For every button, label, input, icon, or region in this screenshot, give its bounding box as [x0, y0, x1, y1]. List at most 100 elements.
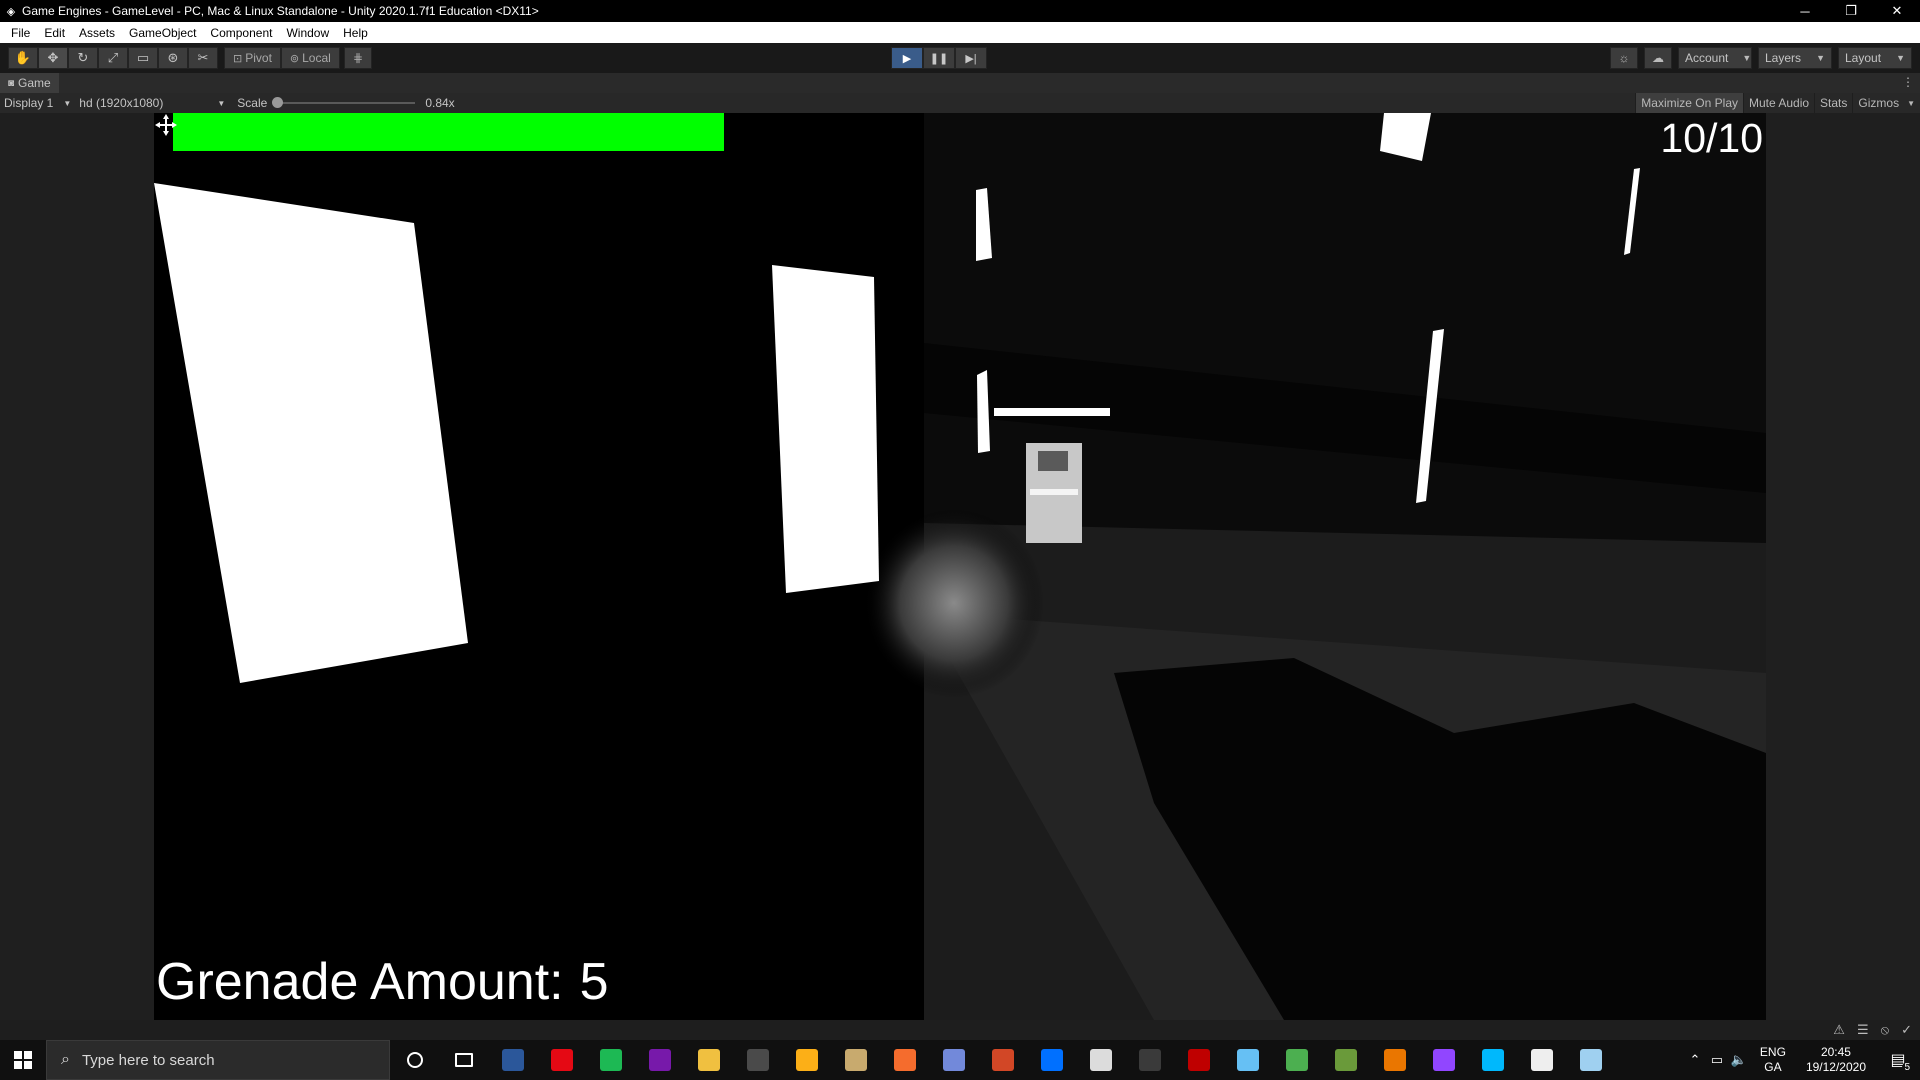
chevron-down-icon: ▼ — [217, 98, 226, 108]
grid-snap-button[interactable]: ⋕ — [343, 47, 372, 69]
rect-tool-icon[interactable]: ▭ — [128, 47, 158, 69]
status-warning-icon[interactable]: ⚠ — [1833, 1022, 1845, 1038]
local-toggle[interactable]: ⊚ Local — [280, 47, 340, 69]
main-toolbar: ✋ ✥ ↻ ⤢ ▭ ⊛ ✂ ⊡ Pivot ⊚ Local ⋕ ▶ ❚❚ ▶| ☼ … — [0, 43, 1920, 73]
restore-button[interactable]: ❐ — [1828, 3, 1874, 19]
menu-gameobject[interactable]: GameObject — [122, 26, 203, 40]
netflix-icon[interactable] — [537, 1040, 586, 1080]
netflix-icon-glyph — [550, 1049, 573, 1071]
display-label: Display 1 — [4, 96, 54, 110]
menu-file[interactable]: File — [4, 26, 37, 40]
torrent-icon[interactable] — [1076, 1040, 1125, 1080]
hand-tool-icon[interactable]: ✋ — [8, 47, 38, 69]
volume-icon[interactable]: 🔈 — [1728, 1052, 1750, 1068]
clock-time: 20:45 — [1820, 1045, 1851, 1059]
grenade-count: 5 — [579, 953, 609, 1011]
game-scene — [154, 113, 1766, 1020]
enemy-health-bar — [994, 408, 1110, 416]
origin-icon[interactable] — [880, 1040, 929, 1080]
close-button[interactable]: ✕ — [1874, 3, 1920, 19]
chrome-icon-glyph — [1285, 1049, 1308, 1071]
cortana-icon[interactable] — [390, 1040, 439, 1080]
hawk-icon-glyph — [746, 1049, 769, 1071]
league-icon[interactable] — [831, 1040, 880, 1080]
menu-edit[interactable]: Edit — [37, 26, 72, 40]
clock[interactable]: 20:45 19/12/2020 — [1806, 1045, 1866, 1075]
minimize-button[interactable]: ─ — [1782, 4, 1828, 19]
rockstar-icon[interactable] — [782, 1040, 831, 1080]
spotify-icon[interactable] — [586, 1040, 635, 1080]
scale-slider[interactable] — [272, 97, 416, 108]
menu-assets[interactable]: Assets — [72, 26, 122, 40]
task-view-icon[interactable] — [439, 1040, 488, 1080]
keyboard-label: GA — [1764, 1060, 1782, 1074]
language-indicator[interactable]: ENG GA — [1760, 1045, 1786, 1075]
stats-toggle[interactable]: Stats — [1814, 93, 1852, 113]
chrome-icon[interactable] — [1272, 1040, 1321, 1080]
onenote-icon[interactable] — [635, 1040, 684, 1080]
play-button[interactable]: ▶ — [891, 47, 923, 69]
collab-icon[interactable]: ☼ — [1610, 47, 1638, 69]
scale-tool-icon[interactable]: ⤢ — [98, 47, 128, 69]
network-icon[interactable]: ▭ — [1706, 1052, 1728, 1068]
twitch-icon-glyph — [1432, 1049, 1455, 1071]
status-check-icon[interactable]: ✓ — [1901, 1022, 1912, 1038]
steam-icon[interactable] — [1223, 1040, 1272, 1080]
notepad-icon[interactable] — [1566, 1040, 1615, 1080]
windows-taskbar: ⌕ Type here to search ⌃ ▭ 🔈 ENG GA 20:45… — [0, 1040, 1920, 1080]
gizmos-dropdown[interactable]: Gizmos ▼ — [1852, 93, 1920, 113]
custom-tool-icon[interactable]: ✂ — [188, 47, 218, 69]
discord-icon[interactable] — [929, 1040, 978, 1080]
window-middle — [772, 265, 879, 593]
chevron-up-icon[interactable]: ⌃ — [1684, 1052, 1706, 1068]
rotate-tool-icon[interactable]: ↻ — [68, 47, 98, 69]
word-icon[interactable] — [488, 1040, 537, 1080]
panel-tab-bar: ◙ Game ⋮ — [0, 73, 1920, 93]
system-tray: ⌃ ▭ 🔈 ENG GA 20:45 19/12/2020 ▤ 5 — [1684, 1040, 1920, 1080]
spotify-icon-glyph — [599, 1049, 622, 1071]
powerpoint-icon[interactable] — [978, 1040, 1027, 1080]
status-layers-icon[interactable]: ☰ — [1857, 1022, 1869, 1038]
move-tool-icon[interactable]: ✥ — [38, 47, 68, 69]
flashlight-spot — [864, 508, 1044, 698]
layout-dropdown[interactable]: Layout ▼ — [1838, 47, 1912, 69]
blender-icon[interactable] — [1370, 1040, 1419, 1080]
uplay-icon[interactable] — [1027, 1040, 1076, 1080]
hawk-icon[interactable] — [733, 1040, 782, 1080]
tab-game[interactable]: ◙ Game — [0, 73, 59, 93]
menu-component[interactable]: Component — [203, 26, 279, 40]
step-button[interactable]: ▶| — [955, 47, 987, 69]
notification-center-icon[interactable]: ▤ 5 — [1876, 1040, 1920, 1080]
filezilla-icon[interactable] — [1174, 1040, 1223, 1080]
controller-icon[interactable] — [1125, 1040, 1174, 1080]
taskbar-apps — [488, 1040, 1615, 1080]
resolution-dropdown[interactable]: hd (1920x1080) ▼ — [75, 96, 229, 110]
game-viewport[interactable]: 10/10 Grenade Amount: 5 — [154, 113, 1766, 1020]
twitch-icon[interactable] — [1419, 1040, 1468, 1080]
layers-dropdown[interactable]: Layers ▼ — [1758, 47, 1832, 69]
taskbar-search-input[interactable]: ⌕ Type here to search — [46, 1040, 390, 1080]
scale-slider-handle[interactable] — [272, 97, 284, 108]
filezilla-icon-glyph — [1187, 1049, 1210, 1071]
logitech-icon[interactable] — [1468, 1040, 1517, 1080]
status-mute-icon[interactable]: ⦸ — [1881, 1022, 1889, 1038]
unity-icon[interactable] — [1517, 1040, 1566, 1080]
account-dropdown[interactable]: Account ▼ — [1678, 47, 1752, 69]
display-dropdown[interactable]: Display 1 ▼ — [0, 96, 75, 110]
tab-options-icon[interactable]: ⋮ — [1902, 75, 1914, 89]
maximize-on-play-toggle[interactable]: Maximize On Play — [1635, 93, 1743, 113]
pivot-toggle[interactable]: ⊡ Pivot — [224, 47, 281, 69]
file-explorer-icon[interactable] — [684, 1040, 733, 1080]
menu-help[interactable]: Help — [336, 26, 375, 40]
resolution-label: hd (1920x1080) — [79, 96, 164, 110]
windows-start-icon[interactable] — [0, 1040, 46, 1080]
minecraft-icon[interactable] — [1321, 1040, 1370, 1080]
menu-window[interactable]: Window — [279, 26, 336, 40]
pause-button[interactable]: ❚❚ — [923, 47, 955, 69]
mute-audio-toggle[interactable]: Mute Audio — [1743, 93, 1814, 113]
torrent-icon-glyph — [1089, 1049, 1112, 1071]
cloud-icon[interactable]: ☁ — [1644, 47, 1672, 69]
window-titlebar: ◈ Game Engines - GameLevel - PC, Mac & L… — [0, 0, 1920, 22]
transform-tool-icon[interactable]: ⊛ — [158, 47, 188, 69]
clock-date: 19/12/2020 — [1805, 1060, 1866, 1074]
